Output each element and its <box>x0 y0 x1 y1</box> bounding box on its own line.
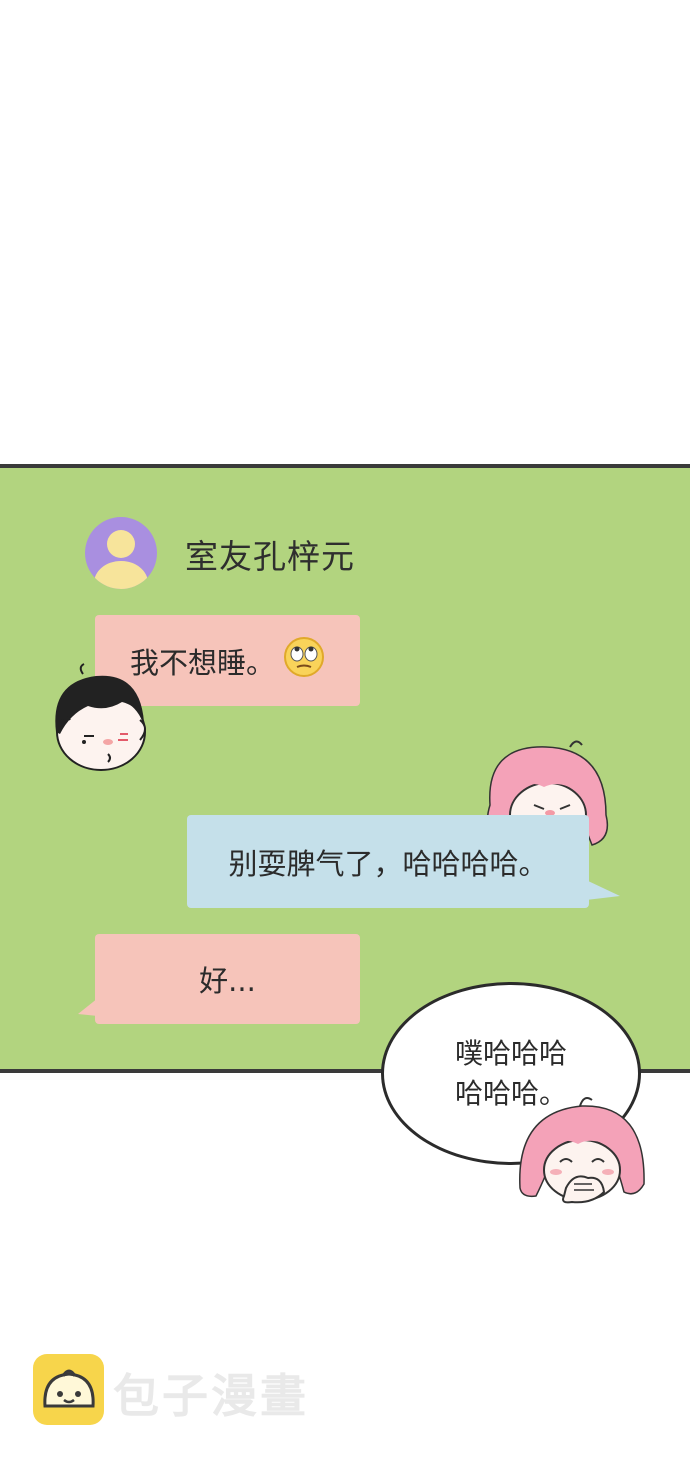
contact-name: 室友孔梓元 <box>185 537 355 576</box>
message-bubble-received: 好... <box>95 934 360 1024</box>
watermark-bun-logo-icon <box>33 1354 104 1425</box>
sent-bubble-tail <box>586 880 620 900</box>
message-text: 好... <box>199 964 256 998</box>
message-text: 别耍脾气了，哈哈哈哈。 <box>228 846 548 881</box>
eye-roll-emoji-icon <box>283 636 325 685</box>
watermark-text: 包子漫畫 <box>113 1369 309 1423</box>
contact-avatar <box>85 517 157 589</box>
girl-character-laughing <box>512 1092 652 1212</box>
message-bubble-sent: 别耍脾气了，哈哈哈哈。 <box>187 815 589 908</box>
user-silhouette-icon <box>94 530 148 589</box>
speech-line-1: 噗哈哈哈 <box>454 1036 567 1070</box>
boy-character <box>48 662 154 778</box>
received-bubble-tail <box>78 998 98 1016</box>
